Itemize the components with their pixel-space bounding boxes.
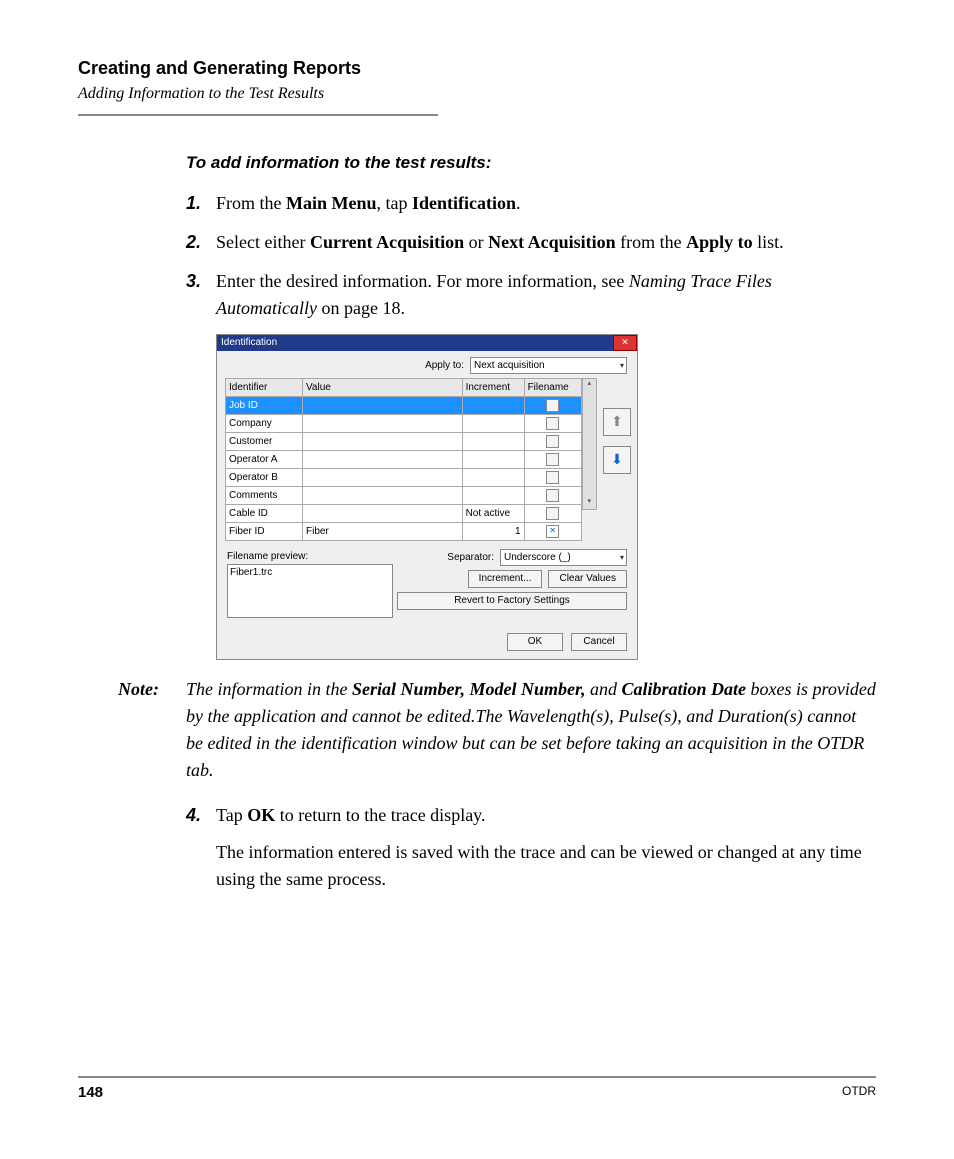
revert-factory-button[interactable]: Revert to Factory Settings [397, 592, 627, 610]
checkbox[interactable] [546, 435, 559, 448]
checkbox[interactable] [546, 417, 559, 430]
col-value: Value [303, 378, 463, 396]
step-number: 2. [186, 229, 216, 256]
identifier-table[interactable]: Identifier Value Increment Filename Job … [225, 378, 582, 541]
move-down-button[interactable]: ⬇ [603, 446, 631, 474]
table-row[interactable]: Company [226, 414, 582, 432]
table-row[interactable]: Cable IDNot active [226, 504, 582, 522]
close-icon[interactable]: ✕ [613, 335, 637, 351]
ok-button[interactable]: OK [507, 633, 563, 651]
table-row[interactable]: Operator B [226, 468, 582, 486]
note-text: The information in the Serial Number, Mo… [186, 676, 876, 784]
step-text: Tap OK to return to the trace display. T… [216, 802, 876, 893]
table-row[interactable]: Comments [226, 486, 582, 504]
step-text: Select either Current Acquisition or Nex… [216, 229, 876, 256]
scrollbar[interactable]: ▴ ▾ [582, 378, 597, 510]
clear-values-button[interactable]: Clear Values [548, 570, 627, 588]
col-identifier: Identifier [226, 378, 303, 396]
scroll-up-icon[interactable]: ▴ [583, 379, 596, 391]
increment-button[interactable]: Increment... [468, 570, 543, 588]
col-increment: Increment [462, 378, 524, 396]
table-row[interactable]: Customer [226, 432, 582, 450]
scroll-down-icon[interactable]: ▾ [583, 497, 596, 509]
checkbox[interactable] [546, 471, 559, 484]
col-filename: Filename [524, 378, 581, 396]
checkbox[interactable] [546, 453, 559, 466]
dialog-titlebar: Identification ✕ [217, 335, 637, 351]
checkbox[interactable] [546, 399, 559, 412]
table-row[interactable]: Operator A [226, 450, 582, 468]
checkbox[interactable] [546, 489, 559, 502]
section-subtitle: Adding Information to the Test Results [78, 85, 876, 103]
chapter-title: Creating and Generating Reports [78, 58, 876, 79]
checkbox[interactable] [546, 507, 559, 520]
filename-preview-label: Filename preview: [227, 549, 387, 564]
apply-to-select[interactable]: Next acquisition [470, 357, 627, 374]
header-rule [78, 114, 438, 116]
step-number: 1. [186, 190, 216, 217]
move-up-button[interactable]: ⬆ [603, 408, 631, 436]
identification-dialog: Identification ✕ Apply to: Next acquisit… [216, 334, 638, 660]
step-text: Enter the desired information. For more … [216, 268, 876, 322]
procedure-heading: To add information to the test results: [186, 150, 876, 176]
cancel-button[interactable]: Cancel [571, 633, 627, 651]
checkbox[interactable] [546, 525, 559, 538]
page-number: 148 [78, 1084, 103, 1101]
step-number: 4. [186, 802, 216, 893]
separator-select[interactable]: Underscore (_) [500, 549, 627, 566]
step-text: From the Main Menu, tap Identification. [216, 190, 876, 217]
table-row[interactable]: Job ID [226, 396, 582, 414]
step-number: 3. [186, 268, 216, 322]
separator-label: Separator: [447, 550, 494, 565]
dialog-title: Identification [217, 335, 281, 350]
filename-preview [227, 564, 393, 618]
apply-to-label: Apply to: [425, 358, 464, 373]
table-row[interactable]: Fiber IDFiber1 [226, 522, 582, 540]
product-name: OTDR [842, 1084, 876, 1101]
note-label: Note: [118, 676, 186, 784]
